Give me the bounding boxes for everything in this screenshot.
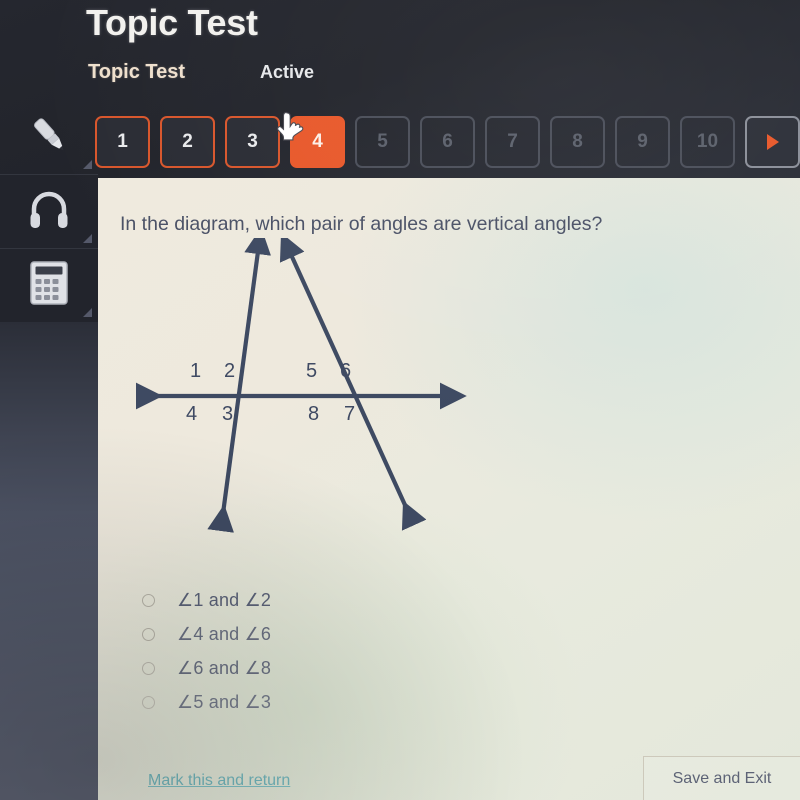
answer-choice-list[interactable]: ∠1 and ∠2 ∠4 and ∠6 ∠6 and ∠8 ∠5 and ∠3 [142,583,562,719]
question-panel: In the diagram, which pair of angles are… [98,178,800,800]
tool-corner-indicator [83,160,92,169]
highlighter-tool[interactable] [0,100,98,174]
question-button-6: 6 [420,116,475,168]
question-button-7: 7 [485,116,540,168]
status-badge: Active [260,62,315,82]
question-button-label: 3 [247,131,258,152]
test-name-label: Topic Test [88,61,186,83]
angle-label-7: 7 [344,403,356,425]
question-button-label: 9 [637,131,648,152]
radio-button[interactable] [142,661,155,675]
question-button-label: 5 [377,131,388,152]
highlighter-pen-icon [26,112,72,163]
left-gutter [0,322,98,800]
angle-label-4: 4 [186,403,198,425]
question-button-1[interactable]: 1 [95,116,150,168]
answer-choice[interactable]: ∠1 and ∠2 [142,583,562,617]
answer-choice[interactable]: ∠6 and ∠8 [142,651,562,685]
question-button-label: 8 [572,131,583,152]
question-button-2[interactable]: 2 [160,116,215,168]
tool-corner-indicator [83,234,92,243]
question-prompt: In the diagram, which pair of angles are… [120,213,603,235]
question-button-label: 2 [182,131,193,152]
save-and-exit-button[interactable]: Save and Exit [643,756,800,800]
answer-choice-label: ∠1 and ∠2 [177,589,272,610]
angle-label-8: 8 [308,403,320,425]
answer-choice[interactable]: ∠5 and ∠3 [142,685,562,719]
pointing-hand-cursor [277,111,304,141]
calculator-tool[interactable] [0,248,98,322]
angle-label-5: 5 [306,360,318,382]
question-button-3[interactable]: 3 [225,116,280,168]
mark-this-and-return-link[interactable]: Mark this and return [148,772,290,790]
radio-button[interactable] [142,593,155,607]
angles-diagram: 12345678 [128,238,478,558]
angle-label-3: 3 [222,403,234,425]
question-button-label: 1 [117,131,128,152]
question-number-nav[interactable]: 1 2 3 4 5 6 7 8 9 10 [95,111,800,169]
question-button-9: 9 [615,116,670,168]
question-button-8: 8 [550,116,605,168]
question-footer: Mark this and return Save and Exit [98,756,800,800]
angle-label-2: 2 [224,360,236,382]
question-button-label: 7 [507,131,518,152]
radio-button[interactable] [142,627,155,641]
next-question-button[interactable] [745,116,800,168]
question-button-4[interactable]: 4 [277,111,345,168]
question-button-label: 4 [312,131,323,152]
question-button-10: 10 [680,116,735,168]
answer-choice[interactable]: ∠4 and ∠6 [142,617,562,651]
answer-choice-label: ∠4 and ∠6 [177,623,272,644]
angle-label-1: 1 [190,360,202,382]
headphones-icon [27,189,71,234]
play-triangle-icon [766,134,779,150]
tool-corner-indicator [83,308,92,317]
tablet-photo-screenshot: Topic Test Topic Test Active 1 2 3 4 5 6 7 8 9 10 [0,0,800,800]
calculator-icon [29,260,69,311]
page-title: Topic Test [86,2,258,43]
answer-choice-label: ∠6 and ∠8 [177,657,272,678]
angles-diagram-svg [135,238,467,533]
question-button-label: 6 [442,131,453,152]
tool-rail [0,100,98,322]
angle-label-6: 6 [340,360,352,382]
answer-choice-label: ∠5 and ∠3 [177,691,272,712]
question-button-label: 10 [696,131,719,152]
audio-tool[interactable] [0,174,98,248]
radio-button[interactable] [142,695,155,709]
test-header: Topic Test Topic Test Active 1 2 3 4 5 6 7 8 9 10 [0,0,800,178]
question-button-5: 5 [355,116,410,168]
